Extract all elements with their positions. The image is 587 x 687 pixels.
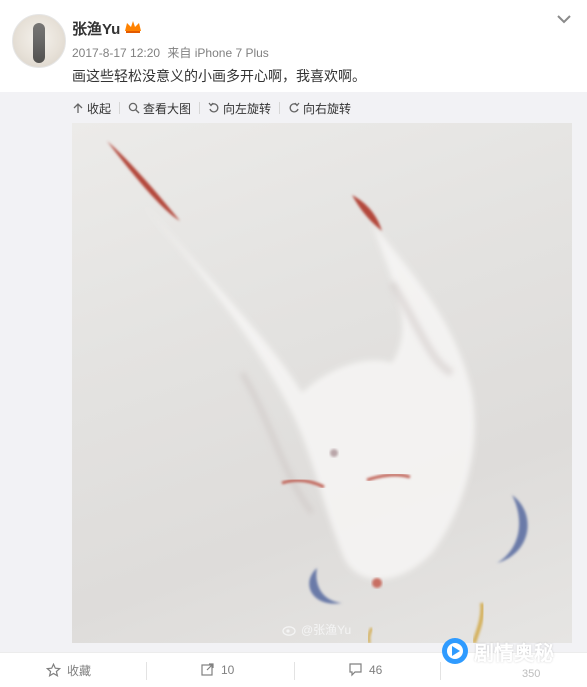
- username[interactable]: 张渔Yu: [72, 18, 120, 39]
- star-icon: [46, 663, 61, 678]
- collapse-icon: [73, 103, 83, 113]
- toolbar-divider: [119, 102, 121, 114]
- rotate-right-button[interactable]: 向右旋转: [288, 100, 351, 117]
- collapse-button[interactable]: 收起: [72, 100, 111, 117]
- brand-logo-icon: [442, 638, 468, 664]
- action-divider: [294, 662, 295, 680]
- rotate-left-button[interactable]: 向左旋转: [208, 100, 271, 117]
- image-toolbar: 收起 查看大图 向左旋转 向右旋转: [72, 100, 351, 116]
- repost-button[interactable]: 10: [200, 662, 234, 677]
- toolbar-divider: [199, 102, 201, 114]
- repost-count: 10: [221, 662, 235, 677]
- chevron-down-icon[interactable]: [557, 14, 571, 24]
- favorite-button[interactable]: 收藏: [46, 662, 91, 679]
- view-large-label: 查看大图: [143, 101, 192, 116]
- post-date[interactable]: 2017-8-17 12:20: [72, 46, 160, 60]
- media-box: 收起 查看大图 向左旋转 向右旋转 @张渔Yu: [0, 92, 587, 652]
- magnify-icon: [128, 102, 140, 114]
- fox-painting: [107, 141, 528, 643]
- post-meta: 2017-8-17 12:20 来自 iPhone 7 Plus: [72, 44, 273, 61]
- image-watermark: @张渔Yu: [282, 621, 351, 638]
- like-count[interactable]: 350: [522, 668, 540, 680]
- avatar[interactable]: [12, 14, 66, 68]
- favorite-label: 收藏: [67, 664, 92, 678]
- brand-watermark: 剧情奥秘: [440, 636, 554, 666]
- rotate-left-label: 向左旋转: [223, 101, 272, 116]
- weibo-logo-icon: [282, 625, 296, 636]
- post-image[interactable]: @张渔Yu: [72, 123, 572, 643]
- watermark-text: @张渔Yu: [301, 623, 352, 637]
- post-text: 画这些轻松没意义的小画多开心啊，我喜欢啊。: [72, 68, 366, 84]
- comment-count: 46: [369, 662, 383, 677]
- post-source: 来自 iPhone 7 Plus: [167, 46, 269, 60]
- view-large-button[interactable]: 查看大图: [128, 100, 191, 117]
- comment-icon: [349, 663, 362, 677]
- rotate-right-icon: [289, 102, 300, 113]
- brand-text: 剧情奥秘: [474, 642, 554, 665]
- repost-icon: [201, 663, 214, 676]
- rotate-left-icon: [208, 102, 219, 113]
- rotate-right-label: 向右旋转: [303, 101, 352, 116]
- avatar-image: [33, 23, 45, 63]
- post-header: 张渔Yu 2017-8-17 12:20 来自 iPhone 7 Plus 画这…: [0, 0, 587, 92]
- action-divider: [146, 662, 147, 680]
- toolbar-divider: [279, 102, 281, 114]
- vip-crown-icon: [125, 21, 141, 33]
- comment-button[interactable]: 46: [348, 662, 382, 677]
- collapse-label: 收起: [87, 101, 112, 116]
